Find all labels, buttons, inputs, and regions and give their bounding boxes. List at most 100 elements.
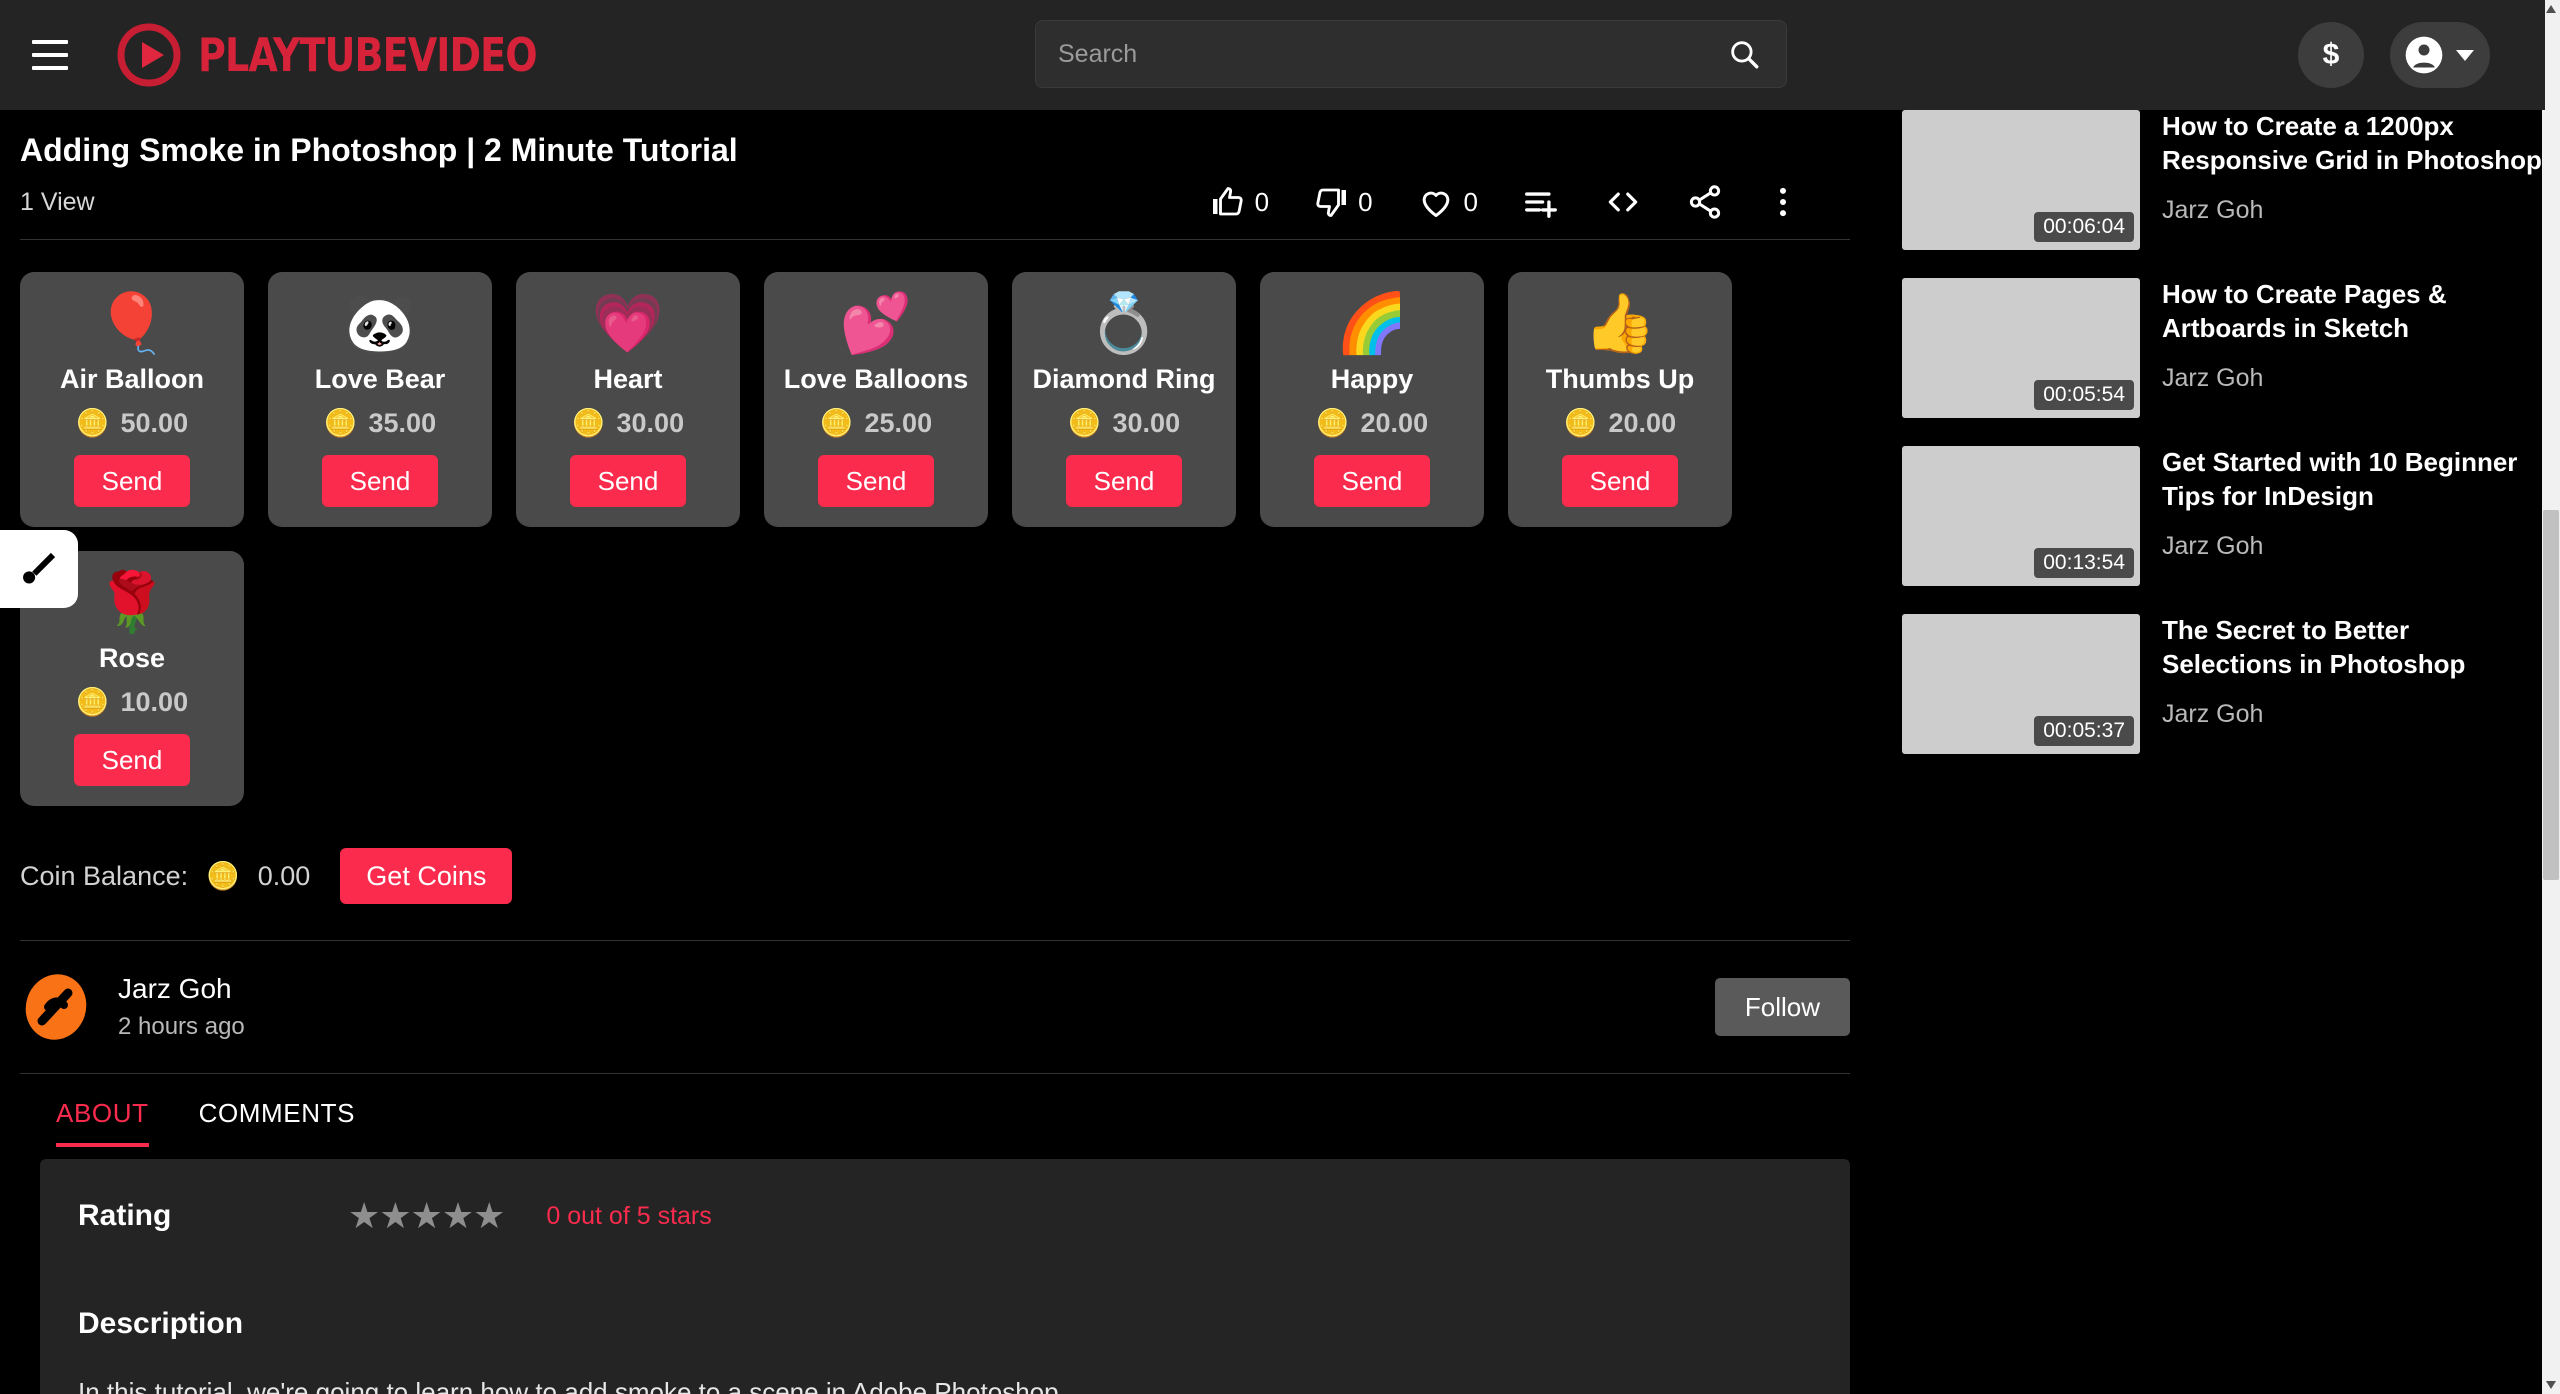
air-balloon-emoji-icon: 🎈 — [95, 291, 169, 356]
gift-card[interactable]: 🎈 Air Balloon 🪙 50.00 Send — [20, 272, 244, 527]
dislike-button[interactable]: 0 — [1313, 184, 1373, 220]
gift-list: 🎈 Air Balloon 🪙 50.00 Send 🐼 Love Bear 🪙 35.00 Se… — [20, 240, 1780, 806]
related-video-author: Jarz Goh — [2162, 363, 2264, 392]
send-gift-button[interactable]: Send — [1314, 455, 1430, 507]
get-coins-button[interactable]: Get Coins — [340, 848, 513, 904]
gift-name: Love Balloons — [783, 364, 969, 394]
scrollbar-thumb[interactable] — [2543, 510, 2559, 880]
gift-price-row: 🪙 35.00 — [324, 407, 436, 439]
brand-logo[interactable]: PLAYTUBEVIDEO — [116, 22, 566, 88]
video-thumbnail[interactable]: 00:13:54 — [1902, 446, 2140, 586]
related-video-item[interactable]: 00:13:54 Get Started with 10 Beginner Tip… — [1902, 446, 2542, 614]
related-video-text: How to Create Pages & Artboards in Sketc… — [2162, 278, 2542, 418]
search-input[interactable] — [1035, 20, 1701, 88]
about-panel: Rating ★★★★★ 0 out of 5 stars Descriptio… — [40, 1159, 1850, 1394]
search-icon — [1730, 41, 1758, 69]
embed-button[interactable] — [1604, 183, 1642, 221]
brand-name: PLAYTUBEVIDEO — [198, 28, 538, 82]
rating-row: Rating ★★★★★ 0 out of 5 stars — [78, 1195, 1812, 1237]
tab-about[interactable]: ABOUT — [56, 1098, 149, 1147]
video-duration: 00:05:54 — [2034, 380, 2134, 410]
hamburger-menu-icon[interactable] — [22, 27, 78, 83]
follow-button[interactable]: Follow — [1714, 978, 1850, 1036]
rating-label: Rating — [78, 1199, 172, 1232]
coin-stack-emoji-icon: 🪙 — [819, 408, 854, 438]
video-thumbnail[interactable]: 00:05:37 — [1902, 614, 2140, 754]
video-duration: 00:13:54 — [2034, 548, 2134, 578]
gift-name: Happy — [1330, 364, 1414, 394]
send-gift-button[interactable]: Send — [322, 455, 438, 507]
channel-row: Jarz Goh 2 hours ago Follow — [20, 941, 1850, 1074]
gift-price-row: 🪙 30.00 — [572, 407, 684, 439]
user-account-button[interactable] — [2390, 22, 2490, 88]
gift-card[interactable]: 💍 Diamond Ring 🪙 30.00 Send — [1012, 272, 1236, 527]
rating-stars[interactable]: ★★★★★ — [348, 1195, 505, 1237]
channel-avatar-logo-icon — [20, 971, 92, 1043]
wallet-button[interactable]: $ — [2298, 22, 2364, 88]
gift-card[interactable]: 🐼 Love Bear 🪙 35.00 Send — [268, 272, 492, 527]
scroll-down-arrow-icon[interactable] — [2542, 1376, 2560, 1394]
user-account-icon — [2405, 36, 2443, 74]
code-embed-icon — [1608, 192, 1638, 212]
gift-price: 25.00 — [864, 407, 933, 438]
related-video-item[interactable]: 00:05:37 The Secret to Better Selections … — [1902, 614, 2542, 782]
gift-price-row: 🪙 10.00 — [76, 686, 188, 718]
dollar-icon: $ — [2322, 38, 2340, 71]
search-bar — [1035, 20, 1787, 88]
gift-name: Heart — [593, 364, 663, 394]
coin-stack-emoji-icon: 🪙 — [1315, 408, 1350, 438]
coin-stack-emoji-icon: 🪙 — [1563, 408, 1598, 438]
coin-balance-row: Coin Balance: 🪙 0.00 Get Coins — [20, 806, 1870, 904]
paint-brush-icon — [23, 552, 56, 584]
send-gift-button[interactable]: Send — [74, 455, 190, 507]
related-video-item[interactable]: 00:06:04 How to Create a 1200px Responsiv… — [1902, 110, 2542, 278]
header-right-actions: $ — [2298, 22, 2490, 88]
channel-info[interactable]: Jarz Goh 2 hours ago — [20, 971, 245, 1043]
favorite-count: 0 — [1463, 186, 1478, 217]
gift-name: Rose — [98, 643, 166, 673]
share-button[interactable] — [1686, 183, 1724, 221]
tab-comments[interactable]: COMMENTS — [199, 1098, 355, 1147]
gift-card[interactable]: 🌈 Happy 🪙 20.00 Send — [1260, 272, 1484, 527]
play-triangle-logo-icon — [116, 22, 182, 88]
related-video-title: How to Create Pages & Artboards in Sketc… — [2162, 279, 2447, 343]
burger-bar — [32, 53, 68, 57]
related-video-title: How to Create a 1200px Responsive Grid i… — [2162, 111, 2542, 175]
send-gift-button[interactable]: Send — [818, 455, 934, 507]
gift-card[interactable]: 💕 Love Balloons 🪙 25.00 Send — [764, 272, 988, 527]
chevron-down-icon — [2456, 49, 2474, 61]
like-button[interactable]: 0 — [1210, 184, 1269, 220]
video-thumbnail[interactable]: 00:05:54 — [1902, 278, 2140, 418]
gift-price: 50.00 — [120, 407, 189, 438]
gift-price-row: 🪙 30.00 — [1068, 407, 1180, 439]
send-gift-button[interactable]: Send — [1066, 455, 1182, 507]
video-title: Adding Smoke in Photoshop | 2 Minute Tut… — [20, 132, 738, 168]
send-gift-button[interactable]: Send — [570, 455, 686, 507]
gift-price-row: 🪙 50.00 — [76, 407, 188, 439]
video-thumbnail[interactable]: 00:06:04 — [1902, 110, 2140, 250]
send-gift-button[interactable]: Send — [74, 734, 190, 786]
coin-stack-emoji-icon: 🪙 — [571, 408, 606, 438]
page-scrollbar[interactable] — [2542, 0, 2560, 1394]
related-video-author: Jarz Goh — [2162, 699, 2264, 728]
playlist-add-button[interactable] — [1522, 183, 1560, 221]
gift-card[interactable]: 💗 Heart 🪙 30.00 Send — [516, 272, 740, 527]
send-gift-button[interactable]: Send — [1562, 455, 1678, 507]
gift-name: Diamond Ring — [1032, 364, 1216, 394]
rose-emoji-icon: 🌹 — [95, 570, 169, 635]
related-video-text: How to Create a 1200px Responsive Grid i… — [2162, 110, 2542, 250]
paint-brush-tool-button[interactable] — [0, 530, 78, 608]
thumbs-down-icon — [1316, 188, 1347, 217]
search-button[interactable] — [1701, 20, 1787, 88]
gift-card[interactable]: 👍 Thumbs Up 🪙 20.00 Send — [1508, 272, 1732, 527]
related-video-item[interactable]: 00:05:54 How to Create Pages & Artboards … — [1902, 278, 2542, 446]
love-balloons-emoji-icon: 💕 — [839, 291, 913, 356]
share-icon — [1689, 185, 1721, 219]
thumbs-up-icon — [1212, 187, 1243, 216]
related-video-text: The Secret to Better Selections in Photo… — [2162, 614, 2542, 754]
publish-time: 2 hours ago — [118, 1013, 245, 1040]
related-video-text: Get Started with 10 Beginner Tips for In… — [2162, 446, 2542, 586]
more-options-button[interactable] — [1768, 183, 1798, 221]
coin-stack-emoji-icon: 🪙 — [75, 408, 110, 438]
favorite-button[interactable]: 0 — [1417, 183, 1478, 221]
